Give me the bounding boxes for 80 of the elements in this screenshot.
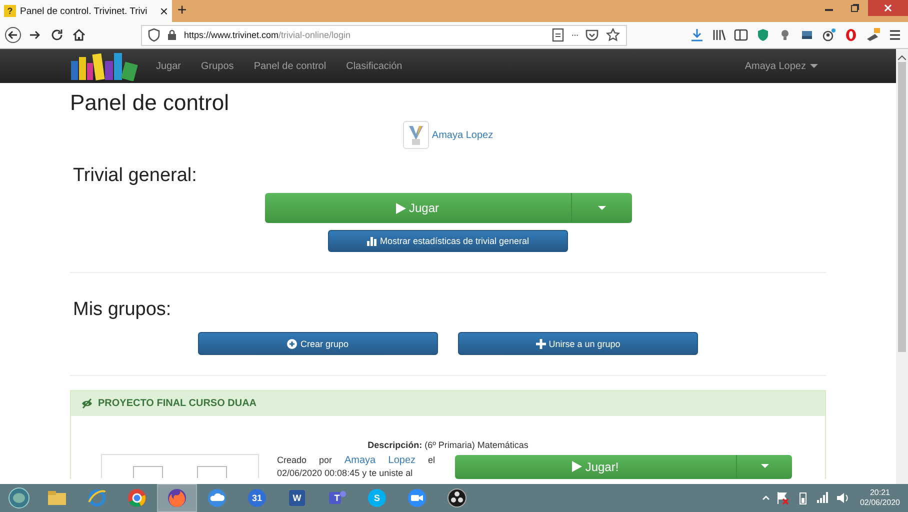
close-button[interactable]: [868, 0, 908, 16]
reload-icon: [49, 27, 65, 43]
library-icon: [712, 28, 726, 42]
app-icon: 31: [246, 487, 268, 509]
pocket-icon: [585, 28, 599, 42]
app-icon: W: [286, 487, 308, 509]
app-icon: S: [366, 487, 388, 509]
person-badge-icon: [822, 28, 836, 42]
speaker-icon: [836, 491, 850, 505]
profile-link[interactable]: Amaya Lopez: [432, 130, 494, 140]
nav-link[interactable]: Panel de control: [244, 60, 336, 72]
taskbar-app[interactable]: 31: [238, 485, 276, 511]
play-icon: [396, 202, 406, 214]
scroll-thumb[interactable]: [898, 62, 906, 352]
books-logo-drawing: [70, 51, 138, 81]
image-icon: [800, 28, 814, 42]
address-bar[interactable]: https://www.trivinet.com/trivial-online/login ···: [141, 24, 627, 46]
group-description: Descripción: (6º Primaria) Matemáticas: [366, 440, 530, 450]
clock-date[interactable]: 02/06/2020: [860, 498, 900, 508]
taskbar-app[interactable]: T: [318, 485, 356, 511]
close-icon: [883, 3, 893, 13]
download-icon: [690, 28, 704, 42]
tab-favicon-icon: ?: [4, 5, 16, 17]
dropdown-button[interactable]: [737, 454, 792, 478]
back-button[interactable]: [3, 24, 23, 46]
signal-icon: [816, 491, 830, 505]
scroll-up-icon: [898, 55, 906, 60]
caret-icon: [760, 464, 768, 469]
sidebar-icon: [734, 28, 748, 42]
caret-icon: [598, 206, 606, 210]
zoom-icon: [406, 487, 428, 509]
eye-slash-icon: [81, 398, 93, 409]
close-tab-button[interactable]: ×: [160, 4, 168, 18]
start-orb-icon: [8, 487, 30, 509]
page-title: Panel de control: [70, 90, 230, 116]
play-group-button[interactable]: Jugar!: [455, 454, 737, 478]
play-icon: [572, 461, 582, 472]
back-icon: [5, 27, 21, 43]
create-group-button[interactable]: Crear grupo: [198, 332, 438, 355]
more-actions-button[interactable]: ···: [571, 30, 578, 40]
reader-view-icon: [552, 28, 564, 42]
home-icon: [71, 27, 87, 43]
bar-chart-icon: [366, 236, 377, 246]
panel-title: PROYECTO FINAL CURSO DUAA: [98, 398, 257, 409]
shield-check-icon: [756, 28, 770, 42]
plus-circle-icon: [287, 338, 298, 348]
chevron-up-icon: [762, 495, 770, 501]
creator-link[interactable]: Amaya Lopez: [344, 455, 416, 466]
section-heading: Mis grupos:: [73, 299, 172, 321]
user-menu[interactable]: Amaya Lopez: [734, 60, 826, 72]
group-info-text: Creado por Amaya Lopez el 02/06/2020 00:08:45 y te uniste al: [277, 454, 435, 479]
chrome-icon: [126, 487, 148, 509]
taskbar-app[interactable]: W: [278, 485, 316, 511]
plus-icon: [536, 338, 546, 348]
star-icon: [606, 28, 620, 42]
clock-time[interactable]: 20:21: [870, 488, 890, 498]
shield-icon: [148, 28, 160, 42]
nav-link[interactable]: Grupos: [191, 60, 244, 72]
statistics-button[interactable]: Mostrar estadísticas de trivial general: [328, 230, 568, 252]
caret-icon: [810, 64, 818, 68]
round-logo-icon: [844, 28, 858, 42]
browser-tab[interactable]: ? Panel de control. Trivinet. Trivi ×: [0, 0, 172, 22]
nav-link[interactable]: Jugar: [146, 60, 192, 72]
lock-icon: [167, 29, 177, 41]
join-group-button[interactable]: Unirse a un grupo: [458, 332, 698, 355]
menu-icon: [888, 28, 902, 42]
cloud-icon: [206, 487, 228, 509]
section-heading: Trivial general:: [73, 165, 198, 187]
new-tab-button[interactable]: +: [172, 0, 192, 22]
tab-title: Panel de control. Trivinet. Trivi: [20, 6, 148, 16]
flag-icon: [776, 491, 790, 505]
nav-link[interactable]: Clasificación: [336, 60, 412, 72]
play-button[interactable]: Jugar: [264, 193, 572, 223]
url-text: https://www.trivinet.com/trivial-online/login: [184, 30, 351, 40]
obs-icon: [446, 487, 468, 509]
firefox-icon: [166, 487, 188, 509]
ie-icon: [86, 487, 108, 509]
badge-extension-icon: [866, 28, 880, 42]
scrollbar[interactable]: [896, 49, 908, 484]
restore-icon: [850, 3, 860, 13]
